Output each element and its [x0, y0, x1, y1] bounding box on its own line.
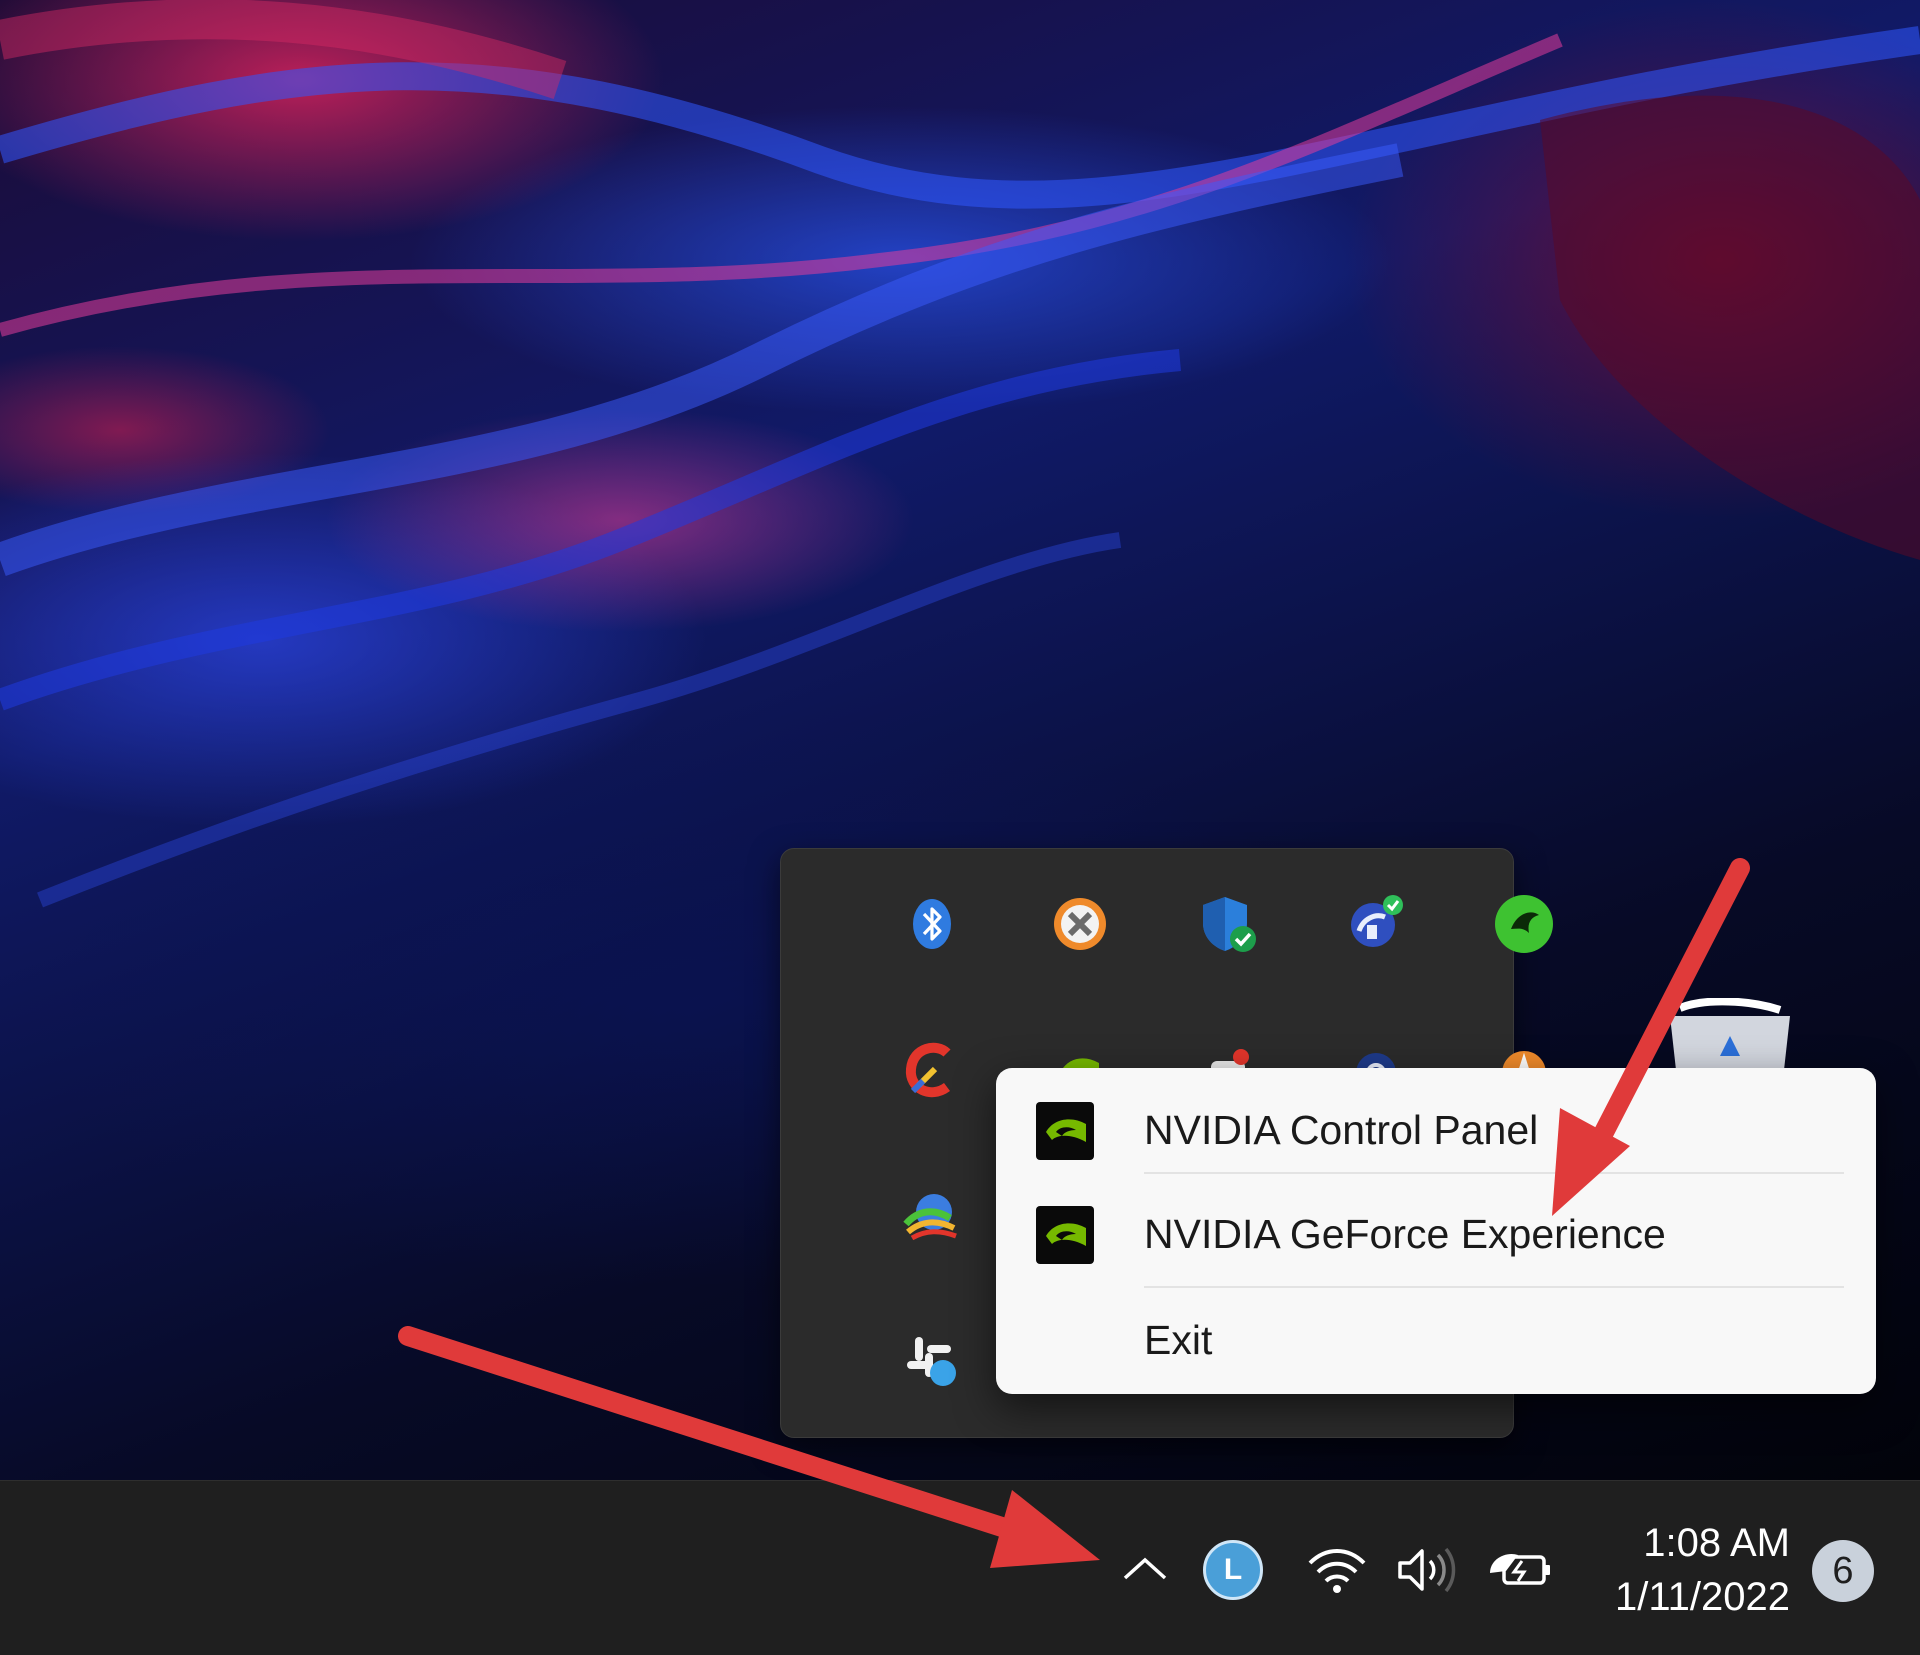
menu-item-label: NVIDIA Control Panel	[1144, 1107, 1539, 1153]
windows-security-icon[interactable]	[1191, 887, 1265, 961]
volume-icon[interactable]	[1390, 1539, 1460, 1601]
xbox-game-bar-icon[interactable]	[1043, 887, 1117, 961]
menu-separator	[1144, 1172, 1844, 1174]
nvidia-icon	[1036, 1102, 1094, 1160]
menu-item-exit[interactable]: Exit	[1006, 1288, 1866, 1392]
download-manager-icon[interactable]	[895, 1179, 969, 1253]
bluetooth-icon[interactable]	[895, 887, 969, 961]
ccleaner-icon[interactable]	[895, 1033, 969, 1107]
menu-item-nvidia-geforce-experience[interactable]: NVIDIA GeForce Experience	[1006, 1182, 1866, 1286]
clock-time: 1:08 AM	[1643, 1521, 1790, 1565]
show-hidden-icons-chevron-icon[interactable]	[1112, 1541, 1178, 1597]
nvidia-context-menu: NVIDIA Control Panel NVIDIA GeForce Expe…	[996, 1068, 1876, 1394]
account-avatar[interactable]: L	[1200, 1537, 1266, 1603]
menu-item-label: Exit	[1144, 1317, 1213, 1363]
nvidia-icon	[1036, 1206, 1094, 1264]
notification-count-badge[interactable]: 6	[1812, 1540, 1874, 1602]
battery-charging-icon[interactable]	[1478, 1537, 1562, 1603]
menu-item-nvidia-control-panel[interactable]: NVIDIA Control Panel	[1006, 1078, 1866, 1182]
slack-icon[interactable]	[895, 1325, 969, 1399]
taskbar-clock[interactable]: 1:08 AM 1/11/2022	[1570, 1516, 1790, 1624]
razer-icon[interactable]	[1487, 887, 1561, 961]
account-initial: L	[1223, 1553, 1243, 1586]
clock-date: 1/11/2022	[1615, 1575, 1790, 1619]
wifi-icon[interactable]	[1302, 1539, 1372, 1601]
satellite-sync-icon[interactable]	[1339, 887, 1413, 961]
menu-item-label: NVIDIA GeForce Experience	[1144, 1211, 1666, 1257]
